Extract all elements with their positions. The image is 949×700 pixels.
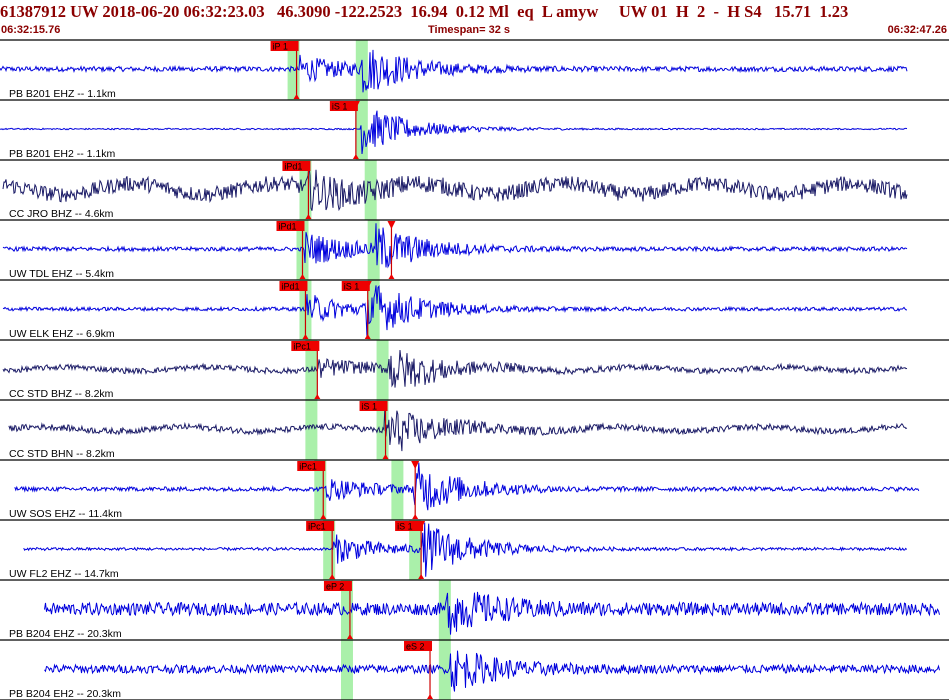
station-label: PB B204 EH2 -- 20.3km [9, 688, 121, 700]
pick-label: iS 1 [344, 282, 360, 292]
station-label: UW TDL EHZ -- 5.4km [9, 268, 114, 280]
station-label: PB B201 EH2 -- 1.1km [9, 148, 115, 160]
pick-label: iPd1 [284, 162, 302, 172]
pick-label: iS 1 [397, 522, 413, 532]
station-label: CC STD BHZ -- 8.2km [9, 388, 114, 400]
station-label: PB B204 EHZ -- 20.3km [9, 628, 122, 640]
station-label: UW ELK EHZ -- 6.9km [9, 328, 115, 340]
waveform-trace [23, 522, 908, 577]
waveform-trace [0, 49, 908, 93]
station-label: CC JRO BHZ -- 4.6km [9, 208, 114, 220]
station-label: UW FL2 EHZ -- 14.7km [9, 568, 119, 580]
pick-label: iPc1 [293, 342, 311, 352]
pick-label: iP 1 [273, 42, 288, 52]
pick-marker [387, 221, 396, 229]
waveform-trace [44, 650, 940, 692]
pick-label: eS 2 [406, 642, 425, 652]
pick-window [355, 40, 368, 100]
station-label: UW SOS EHZ -- 11.4km [9, 508, 122, 520]
pick-label: iPc1 [308, 522, 326, 532]
seismogram-plot: iP 1 PB B201 EHZ -- 1.1km iS 1 PB B201 EH2 … [0, 39, 949, 700]
pick-label: iS 1 [362, 402, 378, 412]
pick-marker [427, 694, 434, 699]
station-label: CC STD BHN -- 8.2km [9, 448, 115, 460]
pick-window [305, 400, 318, 460]
pick-label: eP 2 [326, 582, 344, 592]
waveform-trace [8, 406, 908, 452]
pick-marker [388, 274, 395, 279]
waveform-trace [2, 165, 908, 212]
pick-label: iPd1 [281, 282, 299, 292]
waveform-trace [0, 110, 908, 155]
pick-marker [412, 514, 419, 519]
waveform-trace [2, 349, 908, 388]
pick-label: iS 1 [332, 102, 348, 112]
waveform-trace [14, 462, 920, 511]
station-label: PB B201 EHZ -- 1.1km [9, 88, 116, 100]
pick-label: iPd1 [278, 222, 296, 232]
pick-label: iPc1 [299, 462, 317, 472]
waveform-trace [44, 591, 940, 635]
waveform-trace [2, 284, 907, 339]
pick-window [391, 460, 404, 520]
waveform-trace [2, 223, 908, 269]
